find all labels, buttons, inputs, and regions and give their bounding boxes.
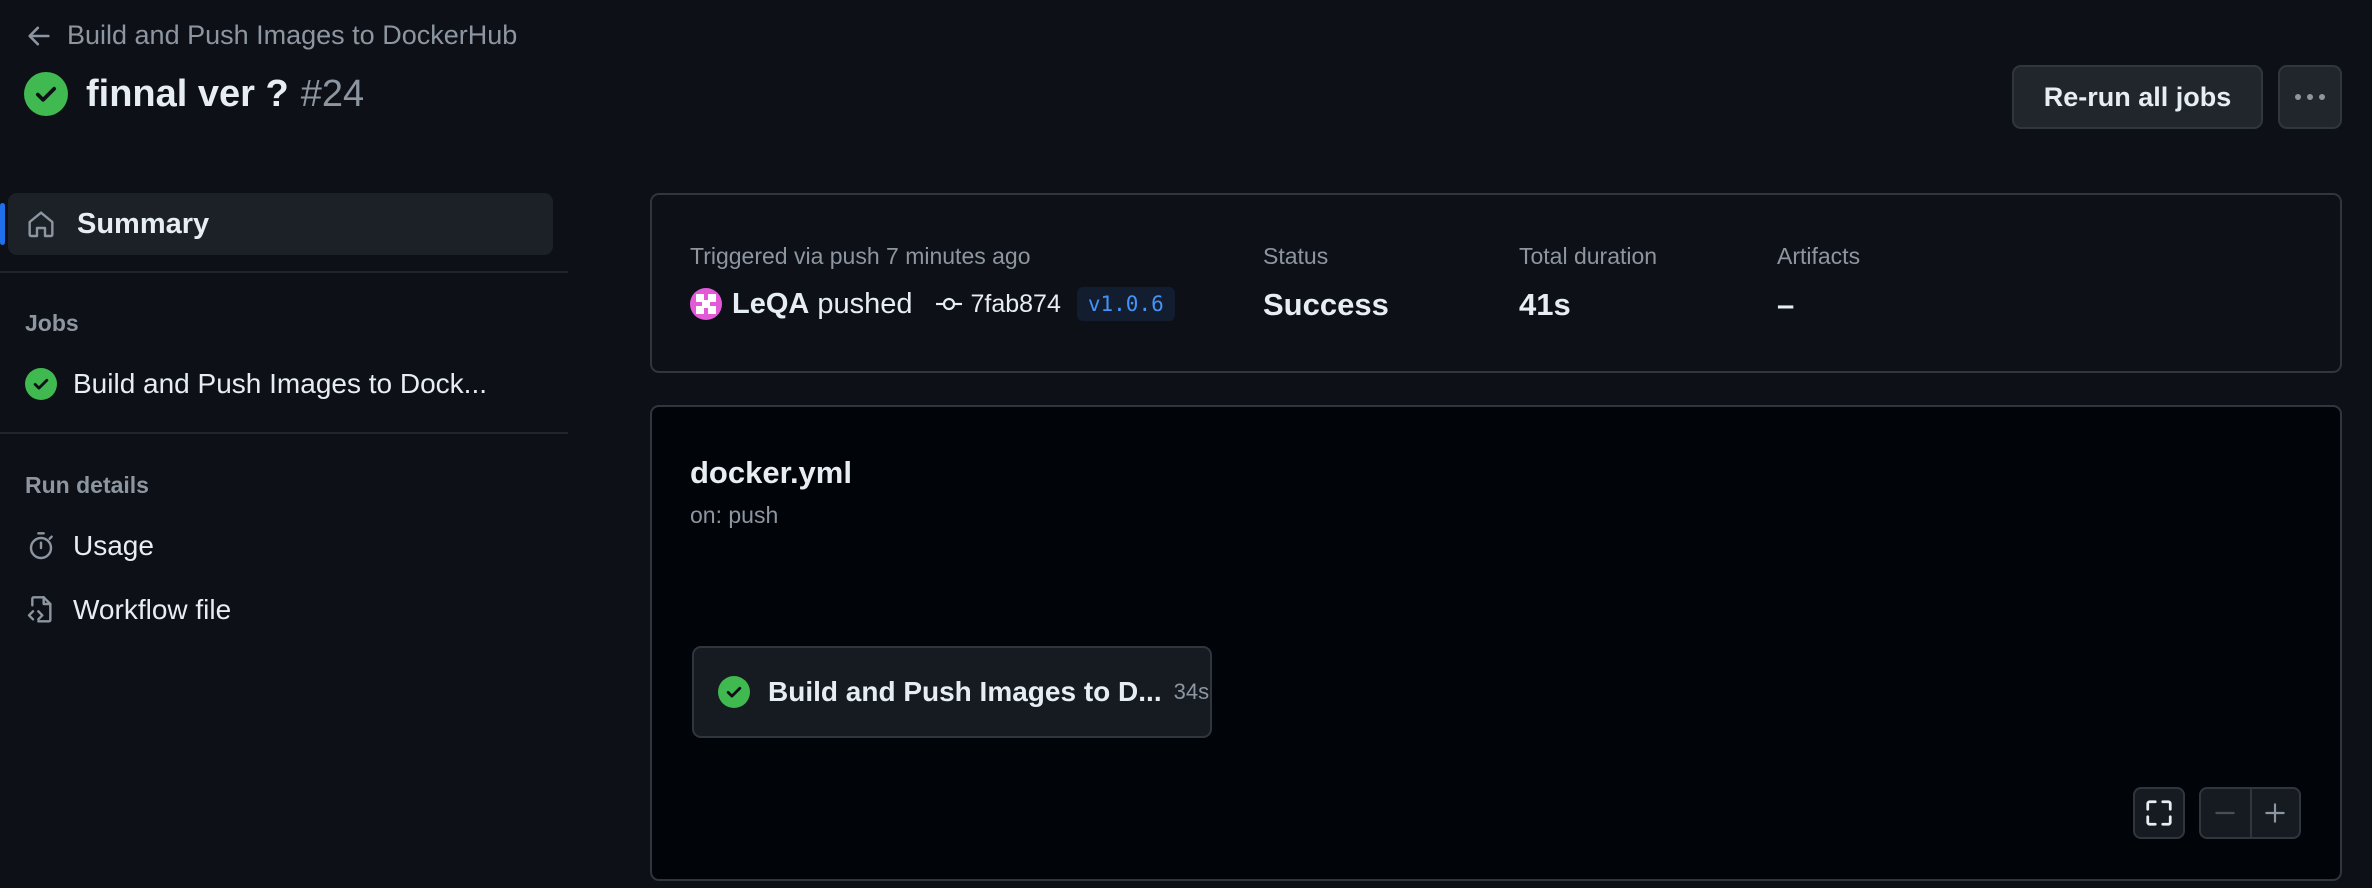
back-link[interactable]: Build and Push Images to DockerHub (25, 20, 517, 51)
back-link-label: Build and Push Images to DockerHub (67, 20, 518, 50)
git-commit-icon (935, 297, 962, 311)
run-title-row: finnal ver ? #24 (24, 72, 364, 116)
duration-value: 41s (1519, 287, 1571, 322)
sidebar-item-label: Workflow file (73, 594, 232, 625)
commit-sha: 7fab874 (970, 289, 1061, 318)
file-code-icon (27, 596, 52, 623)
status-value: Success (1263, 287, 1389, 322)
workflow-trigger: on: push (690, 502, 779, 528)
fullscreen-icon (2146, 800, 2172, 826)
duration-label: Total duration (1519, 243, 1658, 269)
workflow-name: docker.yml (690, 455, 852, 490)
run-title: finnal ver ? (86, 72, 289, 115)
job-node-duration: 34s (1173, 679, 1210, 704)
run-number: #24 (300, 72, 365, 115)
commit-link[interactable]: 7fab874 (935, 290, 1061, 319)
zoom-out-button[interactable] (2201, 789, 2250, 837)
rerun-all-jobs-button[interactable]: Re-run all jobs (2012, 65, 2263, 129)
divider (0, 271, 568, 273)
success-check-icon (24, 72, 68, 116)
plus-icon (2265, 803, 2286, 823)
triggered-label: Triggered via push 7 minutes ago (690, 243, 1031, 269)
arrow-left-icon (28, 26, 50, 45)
avatar[interactable] (690, 288, 722, 320)
jobs-section-title: Jobs (25, 310, 79, 336)
success-check-icon (25, 368, 57, 400)
zoom-controls (2199, 787, 2301, 839)
sidebar-item-workflow-file[interactable]: Workflow file (25, 594, 231, 626)
push-action: pushed (817, 287, 913, 320)
divider (0, 432, 568, 434)
workflow-graph: docker.yml on: push Build and Push Image… (650, 405, 2342, 881)
sidebar-item-summary[interactable]: Summary (0, 193, 553, 255)
sidebar-item-label: Usage (73, 530, 154, 561)
job-node[interactable]: Build and Push Images to D... 34s (692, 646, 1212, 738)
tag-badge[interactable]: v1.0.6 (1076, 287, 1175, 321)
artifacts-value: – (1777, 287, 1795, 322)
stopwatch-icon (29, 532, 53, 560)
sidebar-item-job[interactable]: Build and Push Images to Dock... (25, 368, 487, 400)
sidebar-item-label: Summary (77, 207, 210, 240)
minus-icon (2215, 811, 2236, 815)
success-check-icon (718, 676, 750, 708)
run-details-section-title: Run details (25, 472, 149, 498)
run-summary-card: Triggered via push 7 minutes ago LeQA pu… (650, 193, 2342, 373)
job-node-name: Build and Push Images to D... (768, 676, 1162, 707)
push-info: LeQA pushed 7fab874 v1.0.6 (690, 287, 1175, 321)
sidebar-item-label: Build and Push Images to Dock... (73, 368, 487, 399)
home-icon (28, 211, 54, 238)
fullscreen-button[interactable] (2133, 787, 2185, 839)
zoom-in-button[interactable] (2249, 789, 2299, 837)
status-label: Status (1263, 243, 1329, 269)
sidebar-item-usage[interactable]: Usage (25, 530, 154, 562)
artifacts-label: Artifacts (1777, 243, 1861, 269)
more-options-button[interactable] (2278, 65, 2342, 129)
kebab-horizontal-icon (2295, 94, 2325, 100)
actor-link[interactable]: LeQA (732, 288, 809, 321)
